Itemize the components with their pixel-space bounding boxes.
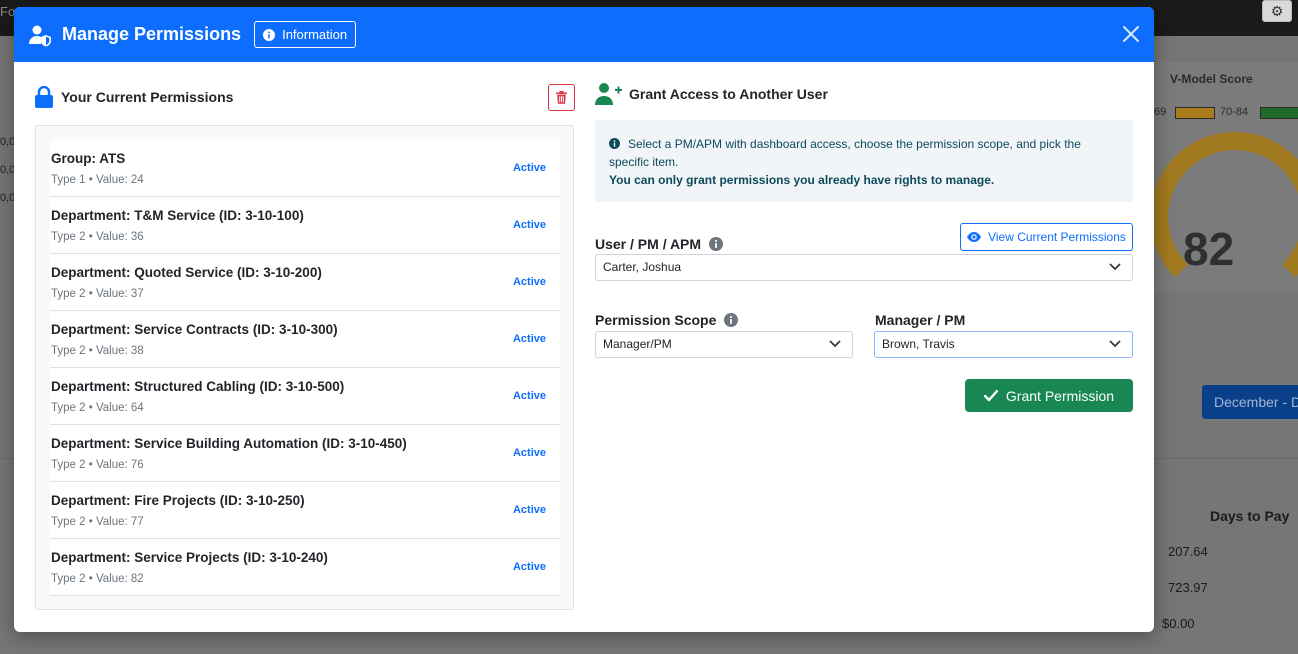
permission-status-badge: Active [512,219,546,231]
chevron-down-icon [1109,340,1121,348]
lock-icon [35,86,53,108]
permission-name: Department: Quoted Service (ID: 3-10-200… [51,265,322,280]
current-permissions-title: Your Current Permissions [61,89,234,105]
manager-pm-label-text: Manager / PM [875,312,966,328]
current-permissions-header: Your Current Permissions [35,79,575,115]
current-permissions-section: Your Current Permissions Group: ATS Type… [35,79,575,610]
delete-permissions-button[interactable] [548,84,575,111]
permission-item: Department: Service Projects (ID: 3-10-2… [50,539,560,596]
manager-pm-value: Brown, Travis [882,337,955,351]
permission-details: Type 2 • Value: 77 [51,516,144,528]
background-left-number: 0,0 [0,136,16,148]
permission-status-badge: Active [512,390,546,402]
user-field-label: User / PM / APM [595,236,724,252]
permission-name: Department: Fire Projects (ID: 3-10-250) [51,493,305,508]
information-button[interactable]: Information [254,21,357,48]
background-cell: 723.97 [1168,580,1208,595]
permission-scope-label-text: Permission Scope [595,312,717,328]
permissions-list-box: Group: ATS Type 1 • Value: 24 Active Dep… [35,125,574,610]
permission-name: Department: Service Building Automation … [51,436,407,451]
gear-icon[interactable]: ⚙ [1262,0,1292,22]
user-select[interactable]: Carter, Joshua [595,254,1133,281]
alert-text: Select a PM/APM with dashboard access, c… [609,135,1119,171]
permission-item: Department: T&M Service (ID: 3-10-100) T… [50,197,560,254]
background-topbar-text: Fo [0,4,16,19]
background-vmodel-title: V-Model Score [1170,72,1253,86]
manager-pm-select[interactable]: Brown, Travis [874,331,1133,358]
permission-item: Department: Fire Projects (ID: 3-10-250)… [50,482,560,539]
grant-permission-label: Grant Permission [1005,387,1115,404]
permission-details: Type 2 • Value: 37 [51,288,144,300]
user-select-value: Carter, Joshua [603,260,682,274]
background-score: 82 [1183,223,1235,275]
permission-status-badge: Active [512,333,546,345]
eye-icon [967,232,982,242]
user-shield-icon [29,25,51,46]
background-left-number: 0,0 [0,164,16,176]
background-legend-left: 69 [1154,106,1167,118]
permission-item: Group: ATS Type 1 • Value: 24 Active [50,140,560,197]
modal-header: Manage Permissions Information [14,7,1154,62]
grant-access-title: Grant Access to Another User [629,86,828,102]
info-circle-icon [609,138,620,149]
background-month-button[interactable]: December - D [1202,385,1298,419]
view-current-permissions-label: View Current Permissions [988,230,1126,244]
information-button-label: Information [282,27,348,42]
permission-details: Type 2 • Value: 82 [51,573,144,585]
permission-item: Department: Structured Cabling (ID: 3-10… [50,368,560,425]
view-current-permissions-button[interactable]: View Current Permissions [960,223,1133,251]
permission-status-badge: Active [512,162,546,174]
permission-name: Department: Service Projects (ID: 3-10-2… [51,550,328,565]
permission-details: Type 2 • Value: 64 [51,402,144,414]
grant-permission-button[interactable]: Grant Permission [965,379,1133,412]
alert-warning: You can only grant permissions you alrea… [609,173,995,187]
permission-name: Department: T&M Service (ID: 3-10-100) [51,208,304,223]
permission-status-badge: Active [512,447,546,459]
permission-scope-label: Permission Scope [595,312,739,328]
background-cell: $0.00 [1162,616,1195,631]
info-circle-icon [263,28,276,41]
background-days-to-pay-header: Days to Pay [1210,508,1290,524]
trash-icon [556,91,567,104]
permission-details: Type 1 • Value: 24 [51,174,144,186]
alert-instructions: Select a PM/APM with dashboard access, c… [609,137,1081,169]
permission-details: Type 2 • Value: 76 [51,459,144,471]
info-alert: Select a PM/APM with dashboard access, c… [595,120,1133,202]
info-circle-icon[interactable] [724,313,739,327]
background-legend-mid: 70-84 [1220,106,1249,118]
background-legend-swatch-amber [1175,107,1215,119]
permission-name: Group: ATS [51,151,126,166]
permission-status-badge: Active [512,504,546,516]
permission-name: Department: Service Contracts (ID: 3-10-… [51,322,338,337]
grant-access-section: Grant Access to Another User Select a PM… [595,79,1133,412]
permission-name: Department: Structured Cabling (ID: 3-10… [51,379,345,394]
background-left-number: 0,0 [0,192,16,204]
permission-details: Type 2 • Value: 38 [51,345,144,357]
manage-permissions-modal: Manage Permissions Information Your Curr… [14,7,1154,632]
close-icon[interactable] [1120,23,1142,45]
info-circle-icon[interactable] [709,237,724,251]
permission-status-badge: Active [512,561,546,573]
background-legend-swatch-green [1260,107,1298,119]
permission-item: Department: Service Contracts (ID: 3-10-… [50,311,560,368]
permission-item: Department: Quoted Service (ID: 3-10-200… [50,254,560,311]
permission-scope-value: Manager/PM [603,337,672,351]
manager-pm-label: Manager / PM [875,312,965,328]
check-icon [983,389,998,401]
chevron-down-icon [1109,263,1121,271]
user-plus-icon [595,83,622,105]
modal-title: Manage Permissions [62,24,242,44]
permission-status-badge: Active [512,276,546,288]
chevron-down-icon [829,340,841,348]
user-label-text: User / PM / APM [595,236,702,252]
permission-details: Type 2 • Value: 36 [51,231,144,243]
permission-item: Department: Service Building Automation … [50,425,560,482]
permissions-list: Group: ATS Type 1 • Value: 24 Active Dep… [50,140,560,596]
permission-scope-select[interactable]: Manager/PM [595,331,853,358]
background-cell: 207.64 [1168,544,1208,559]
grant-access-header: Grant Access to Another User [595,79,1133,109]
